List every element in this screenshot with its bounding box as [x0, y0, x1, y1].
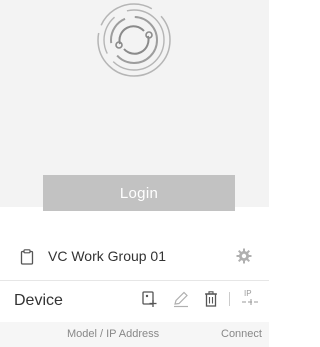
ip-underline-icon [242, 299, 260, 305]
ip-icon-label: IP [244, 289, 252, 298]
pencil-icon[interactable] [172, 290, 190, 308]
login-button[interactable]: Login [43, 175, 235, 211]
clipboard-icon [20, 249, 34, 265]
device-title: Device [14, 292, 63, 309]
ip-address-icon[interactable]: IP [241, 289, 261, 308]
work-group-row[interactable]: VC Work Group 01 [0, 232, 269, 280]
column-model-ip: Model / IP Address [67, 328, 160, 340]
login-panel: Login [0, 0, 269, 211]
toolbar-divider [229, 292, 230, 306]
device-toolbar: Device IP [0, 282, 269, 320]
work-group-name: VC Work Group 01 [48, 248, 167, 264]
section-divider [0, 280, 269, 281]
column-connect: Connect [221, 328, 262, 340]
gear-icon[interactable] [236, 248, 252, 264]
add-device-icon[interactable] [141, 290, 159, 308]
device-list-header: Model / IP Address Connect [0, 322, 269, 347]
trash-icon[interactable] [202, 290, 220, 308]
sync-circle-logo [97, 3, 171, 77]
